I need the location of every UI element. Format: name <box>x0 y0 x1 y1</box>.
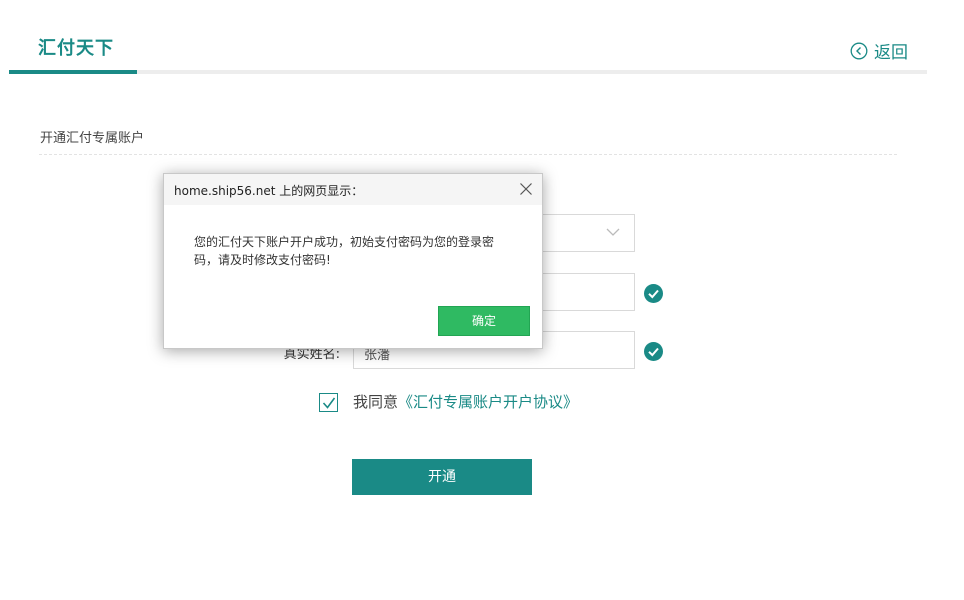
circle-chevron-left-icon <box>850 42 868 59</box>
agree-checkbox[interactable] <box>319 393 338 412</box>
chevron-down-icon <box>606 228 620 236</box>
checkmark-icon <box>322 397 336 409</box>
agreement-link[interactable]: 《汇付专属账户开户协议》 <box>398 393 578 411</box>
dialog-header: home.ship56.net 上的网页显示： <box>164 174 542 205</box>
tab-title[interactable]: 汇付天下 <box>38 34 114 60</box>
section-divider <box>39 154 897 155</box>
tab-track <box>9 70 927 74</box>
open-account-button[interactable]: 开通 <box>352 459 532 495</box>
check-circle-icon <box>644 342 663 361</box>
tab-active-underline <box>9 70 137 74</box>
dialog-ok-button[interactable]: 确定 <box>438 306 530 336</box>
section-title: 开通汇付专属账户 <box>40 131 145 146</box>
back-link[interactable]: 返回 <box>850 38 908 63</box>
dialog-message: 您的汇付天下账户开户成功，初始支付密码为您的登录密码，请及时修改支付密码! <box>194 235 495 267</box>
close-icon[interactable] <box>519 182 533 196</box>
dialog-title: home.ship56.net 上的网页显示： <box>174 184 364 198</box>
alert-dialog: home.ship56.net 上的网页显示： 您的汇付天下账户开户成功，初始支… <box>163 173 543 349</box>
agreement-prefix: 我同意 <box>353 393 399 411</box>
agreement-text: 我同意《汇付专属账户开户协议》 <box>353 391 578 412</box>
back-label: 返回 <box>874 43 908 63</box>
check-circle-icon <box>644 284 663 303</box>
